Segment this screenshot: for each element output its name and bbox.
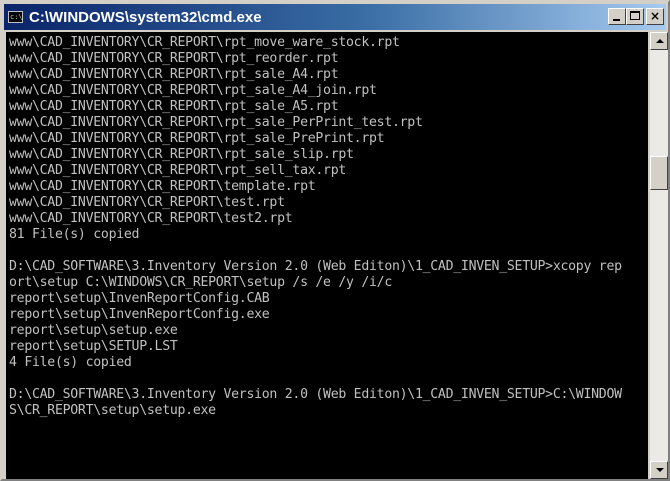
console-line: 81 File(s) copied [9, 227, 140, 242]
console-line: www\CAD_INVENTORY\CR_REPORT\template.rpt [9, 179, 316, 194]
console-line: www\CAD_INVENTORY\CR_REPORT\test2.rpt [9, 211, 293, 226]
cmd-console-icon[interactable]: c:\ [8, 11, 23, 23]
console-line: www\CAD_INVENTORY\CR_REPORT\rpt_sale_A4_… [9, 83, 377, 98]
maximize-icon [630, 11, 640, 20]
window-title: C:\WINDOWS\system32\cmd.exe [29, 8, 262, 26]
console-line: D:\CAD_SOFTWARE\3.Inventory Version 2.0 … [9, 259, 622, 274]
scroll-down-button[interactable] [650, 461, 668, 479]
console-output[interactable]: www\CAD_INVENTORY\CR_REPORT\rpt_move_war… [6, 32, 648, 479]
scroll-up-arrow-icon [656, 39, 664, 43]
console-line: report\setup\SETUP.LST [9, 339, 178, 354]
console-line: 4 File(s) copied [9, 355, 132, 370]
close-icon: × [649, 9, 661, 23]
scroll-down-arrow-icon [656, 468, 664, 472]
console-line: www\CAD_INVENTORY\CR_REPORT\rpt_sale_Per… [9, 115, 423, 130]
minimize-icon [613, 19, 620, 21]
console-line: www\CAD_INVENTORY\CR_REPORT\rpt_sell_tax… [9, 163, 347, 178]
console-line: S\CR_REPORT\setup\setup.exe [9, 403, 216, 418]
console-line: www\CAD_INVENTORY\CR_REPORT\rpt_sale_A4.… [9, 67, 339, 82]
console-line: report\setup\setup.exe [9, 323, 178, 338]
title-bar[interactable]: c:\ C:\WINDOWS\system32\cmd.exe × [4, 4, 666, 30]
scrollbar-thumb[interactable] [650, 156, 668, 190]
scroll-up-button[interactable] [650, 32, 668, 50]
cmd-window: c:\ C:\WINDOWS\system32\cmd.exe × www\CA… [0, 0, 670, 481]
close-button[interactable]: × [646, 8, 664, 25]
minimize-button[interactable] [608, 8, 626, 25]
window-controls: × [608, 8, 664, 25]
console-line: report\setup\InvenReportConfig.CAB [9, 291, 270, 306]
console-line: www\CAD_INVENTORY\CR_REPORT\rpt_sale_Pre… [9, 131, 385, 146]
console-line: D:\CAD_SOFTWARE\3.Inventory Version 2.0 … [9, 387, 622, 402]
console-line: www\CAD_INVENTORY\CR_REPORT\rpt_move_war… [9, 35, 400, 50]
console-line: report\setup\InvenReportConfig.exe [9, 307, 270, 322]
console-line: www\CAD_INVENTORY\CR_REPORT\rpt_sale_sli… [9, 147, 354, 162]
maximize-button[interactable] [626, 8, 644, 25]
console-line: www\CAD_INVENTORY\CR_REPORT\test.rpt [9, 195, 285, 210]
console-line: www\CAD_INVENTORY\CR_REPORT\rpt_sale_A5.… [9, 99, 339, 114]
console-line: ort\setup C:\WINDOWS\CR_REPORT\setup /s … [9, 275, 392, 290]
vertical-scrollbar[interactable] [650, 32, 668, 479]
console-line: www\CAD_INVENTORY\CR_REPORT\rpt_reorder.… [9, 51, 339, 66]
